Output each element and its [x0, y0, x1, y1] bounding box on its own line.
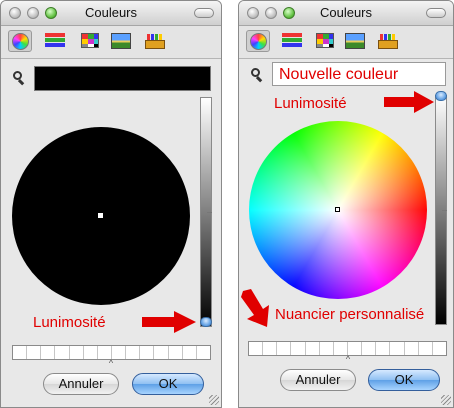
crayons-tab[interactable] — [143, 30, 167, 52]
current-color-well[interactable] — [34, 66, 211, 91]
crayons-icon — [378, 34, 398, 49]
title-bar[interactable]: Couleurs — [1, 1, 221, 26]
picker-toolbar — [1, 26, 221, 59]
color-name-field[interactable]: Nouvelle couleur — [272, 62, 446, 86]
color-wheel-tab[interactable] — [246, 30, 270, 52]
wheel-selection-marker[interactable] — [335, 207, 340, 212]
brightness-annotation: Lunimosité — [274, 95, 347, 112]
color-sliders-tab[interactable] — [280, 30, 304, 52]
slider-tick — [207, 212, 212, 213]
arrow-icon — [142, 311, 196, 333]
color-palettes-tab[interactable] — [78, 30, 102, 52]
magnifier-icon[interactable] — [13, 71, 27, 86]
swatch-resize-grip[interactable]: ^ — [345, 355, 351, 364]
wheel-selection-marker[interactable] — [98, 213, 103, 218]
color-palettes-icon — [316, 33, 334, 48]
window-resize-grip[interactable] — [209, 395, 219, 405]
color-sliders-tab[interactable] — [43, 30, 67, 52]
image-palettes-icon — [111, 33, 131, 49]
picker-toolbar — [239, 26, 453, 59]
brightness-slider[interactable] — [435, 95, 447, 325]
title-bar[interactable]: Couleurs — [239, 1, 453, 26]
color-wheel-tab[interactable] — [8, 30, 32, 52]
color-wheel-icon — [250, 33, 267, 50]
image-palettes-tab[interactable] — [343, 30, 367, 52]
colors-window-bright: Couleurs Nouvelle couleur Lunimosité Nua… — [238, 0, 454, 408]
brightness-slider-knob[interactable] — [435, 91, 447, 101]
brightness-slider-knob[interactable] — [200, 317, 212, 327]
magnifier-icon[interactable] — [251, 68, 265, 83]
cancel-button[interactable]: Annuler — [43, 373, 119, 395]
toolbar-toggle-button[interactable] — [426, 8, 446, 18]
slider-tick — [442, 210, 447, 211]
ok-button[interactable]: OK — [132, 373, 204, 395]
swatch-resize-grip[interactable]: ^ — [108, 359, 114, 368]
color-wheel-icon — [12, 33, 29, 50]
image-palettes-tab[interactable] — [109, 30, 133, 52]
crayons-icon — [145, 34, 165, 49]
brightness-annotation: Lunimosité — [33, 314, 106, 331]
ok-button[interactable]: OK — [368, 369, 440, 391]
color-sliders-icon — [282, 33, 302, 48]
arrow-icon — [241, 289, 269, 327]
arrow-icon — [384, 91, 434, 113]
window-resize-grip[interactable] — [441, 395, 451, 405]
window-title: Couleurs — [84, 5, 138, 20]
image-palettes-icon — [345, 33, 365, 49]
crayons-tab[interactable] — [376, 30, 400, 52]
color-sliders-icon — [45, 33, 65, 48]
toolbar-toggle-button[interactable] — [194, 8, 214, 18]
cancel-button[interactable]: Annuler — [280, 369, 356, 391]
color-palettes-icon — [81, 33, 99, 48]
color-palettes-tab[interactable] — [313, 30, 337, 52]
brightness-slider[interactable] — [200, 97, 212, 327]
colors-window-dark: Couleurs Lunimosité ^ Annuler OK — [0, 0, 222, 408]
window-title: Couleurs — [319, 5, 373, 20]
custom-swatches-annotation: Nuancier personnalisé — [275, 306, 425, 323]
